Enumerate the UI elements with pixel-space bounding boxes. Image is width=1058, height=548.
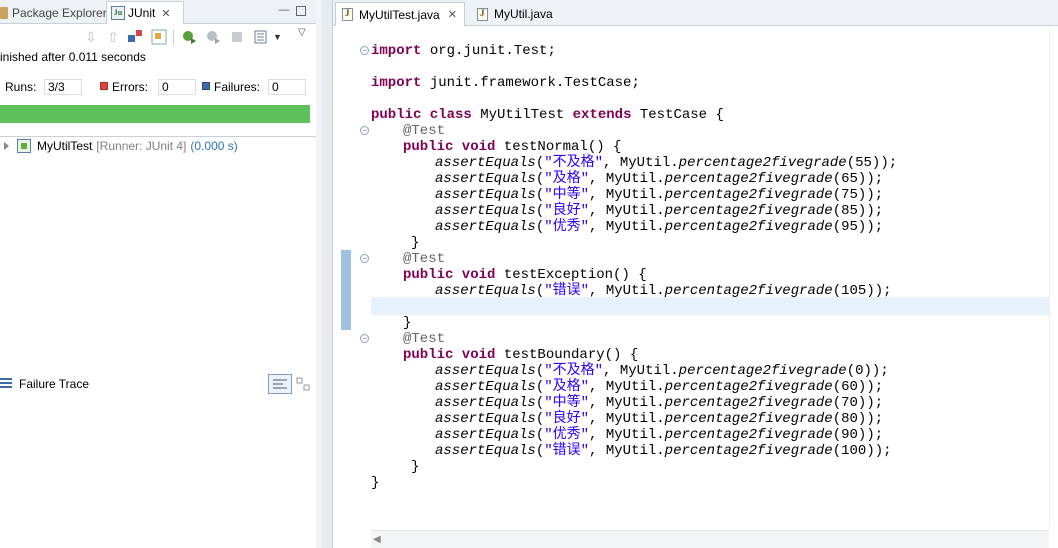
scroll-left-icon[interactable]: ◀ <box>373 534 381 545</box>
tab-myutiltest-java[interactable]: MyUtilTest.java ✕ <box>335 2 465 26</box>
rerun-test-icon[interactable] <box>181 29 197 45</box>
runs-value: 3/3 <box>44 79 82 95</box>
code-area[interactable]: import org.junit.Test; import junit.fram… <box>371 27 1049 527</box>
assert-line: assertEquals("良好", MyUtil.percentage2fiv… <box>435 203 884 219</box>
stop-icon[interactable] <box>229 29 245 45</box>
minimize-icon[interactable]: — <box>278 4 290 16</box>
java-editor: MyUtilTest.java ✕ MyUtil.java − − − − im… <box>332 0 1058 548</box>
test-duration: (0.000 s) <box>190 139 238 153</box>
tab-package-explorer[interactable]: Package Explorer <box>0 1 107 24</box>
tab-myutil-label: MyUtil.java <box>494 7 553 21</box>
previous-failure-icon[interactable]: ⇧ <box>105 29 121 45</box>
maximize-icon[interactable] <box>296 6 306 16</box>
compare-results-icon[interactable] <box>296 377 310 391</box>
runs-label: Runs: <box>5 80 37 94</box>
run-status: inished after 0.011 seconds <box>0 50 146 64</box>
editor-vertical-scrollbar[interactable] <box>1049 27 1058 527</box>
assert-line: assertEquals("错误", MyUtil.percentage2fiv… <box>435 283 892 299</box>
failures-value: 0 <box>268 79 306 95</box>
expand-icon[interactable] <box>4 142 11 150</box>
assert-line: assertEquals("错误", MyUtil.percentage2fiv… <box>435 443 892 459</box>
code-line: @Test <box>403 123 446 139</box>
view-menu-icon[interactable]: ▽ <box>298 26 314 42</box>
test-progress-bar <box>0 105 310 123</box>
tab-myutil-java[interactable]: MyUtil.java <box>471 2 567 26</box>
assert-line: assertEquals("不及格", MyUtil.percentage2fi… <box>435 155 898 171</box>
package-icon <box>0 6 8 19</box>
failures-label: Failures: <box>214 80 261 94</box>
run-counters: Runs: 3/3 Errors: 0 Failures: 0 <box>0 78 322 96</box>
junit-toolbar: ⇩ ⇧ ▼ ▽ <box>0 24 322 52</box>
assert-line: assertEquals("良好", MyUtil.percentage2fiv… <box>435 411 884 427</box>
code-line: public class MyUtilTest extends TestCase… <box>371 107 724 123</box>
tab-myutiltest-label: MyUtilTest.java <box>359 7 440 22</box>
history-dropdown-icon[interactable]: ▼ <box>273 29 289 45</box>
code-line: } <box>411 235 420 251</box>
quick-diff-ruler <box>333 27 351 527</box>
code-line: } <box>371 475 380 491</box>
fold-collapse-icon[interactable]: − <box>360 334 369 343</box>
code-line: public void testException() { <box>403 267 647 283</box>
test-class-name: MyUtilTest <box>37 139 93 153</box>
left-panel-scrollbar[interactable] <box>316 0 322 548</box>
code-line: @Test <box>403 251 446 267</box>
assert-line: assertEquals("中等", MyUtil.percentage2fiv… <box>435 395 884 411</box>
close-icon[interactable]: ✕ <box>448 8 457 21</box>
scroll-lock-icon[interactable] <box>151 29 167 45</box>
rerun-failed-first-icon[interactable] <box>205 29 221 45</box>
tab-junit[interactable]: Ju JUnit ✕ <box>106 1 184 24</box>
eclipse-workbench: Package Explorer Ju JUnit ✕ — ⇩ ⇧ ▼ ▽ in… <box>0 0 1058 548</box>
next-failure-icon[interactable]: ⇩ <box>83 29 99 45</box>
test-runner: [Runner: JUnit 4] <box>96 139 187 153</box>
errors-value: 0 <box>158 79 196 95</box>
assert-line: assertEquals("及格", MyUtil.percentage2fiv… <box>435 379 884 395</box>
junit-view: Package Explorer Ju JUnit ✕ — ⇩ ⇧ ▼ ▽ in… <box>0 0 322 548</box>
tab-junit-label: JUnit <box>128 6 156 20</box>
errors-label: Errors: <box>112 80 148 94</box>
code-line: public void testBoundary() { <box>403 347 639 363</box>
assert-line: assertEquals("及格", MyUtil.percentage2fiv… <box>435 171 884 187</box>
failure-trace-title: Failure Trace <box>19 377 90 391</box>
changed-lines-marker <box>341 250 351 330</box>
code-line: import org.junit.Test; <box>371 43 556 59</box>
filter-stack-trace-icon[interactable] <box>268 374 292 394</box>
stack-trace-icon <box>0 378 12 388</box>
test-suite-ok-icon <box>17 139 31 153</box>
assert-line: assertEquals("不及格", MyUtil.percentage2fi… <box>435 363 889 379</box>
code-line: @Test <box>403 331 446 347</box>
junit-icon: Ju <box>111 6 125 20</box>
code-line: } <box>403 315 412 331</box>
editor-tabbar: MyUtilTest.java ✕ MyUtil.java <box>333 0 1058 26</box>
code-line: } <box>411 459 420 475</box>
error-icon <box>100 82 108 90</box>
assert-line: assertEquals("优秀", MyUtil.percentage2fiv… <box>435 219 884 235</box>
test-history-icon[interactable] <box>253 29 269 45</box>
java-file-icon <box>342 8 353 21</box>
code-line: public void testNormal() { <box>403 139 622 155</box>
assert-line: assertEquals("中等", MyUtil.percentage2fiv… <box>435 187 884 203</box>
assert-line: assertEquals("优秀", MyUtil.percentage2fiv… <box>435 427 884 443</box>
toolbar-separator <box>173 30 174 46</box>
failure-trace-header: Failure Trace <box>0 373 316 395</box>
failure-icon <box>202 82 210 90</box>
folding-gutter: − − − − <box>351 27 371 527</box>
divider <box>0 136 316 137</box>
fold-collapse-icon[interactable]: − <box>360 126 369 135</box>
fold-collapse-icon[interactable]: − <box>360 46 369 55</box>
code-line: import junit.framework.TestCase; <box>371 75 640 91</box>
view-tabbar: Package Explorer Ju JUnit ✕ — <box>0 0 322 24</box>
close-icon[interactable]: ✕ <box>161 7 170 20</box>
progress-fill <box>0 105 310 123</box>
editor-horizontal-scrollbar[interactable]: ◀ <box>371 530 1049 548</box>
test-tree-row[interactable]: MyUtilTest [Runner: JUnit 4] (0.000 s) <box>0 138 316 154</box>
java-file-icon <box>477 7 488 21</box>
fold-collapse-icon[interactable]: − <box>360 254 369 263</box>
tab-package-explorer-label: Package Explorer <box>12 5 107 20</box>
show-failures-only-icon[interactable] <box>127 29 143 45</box>
